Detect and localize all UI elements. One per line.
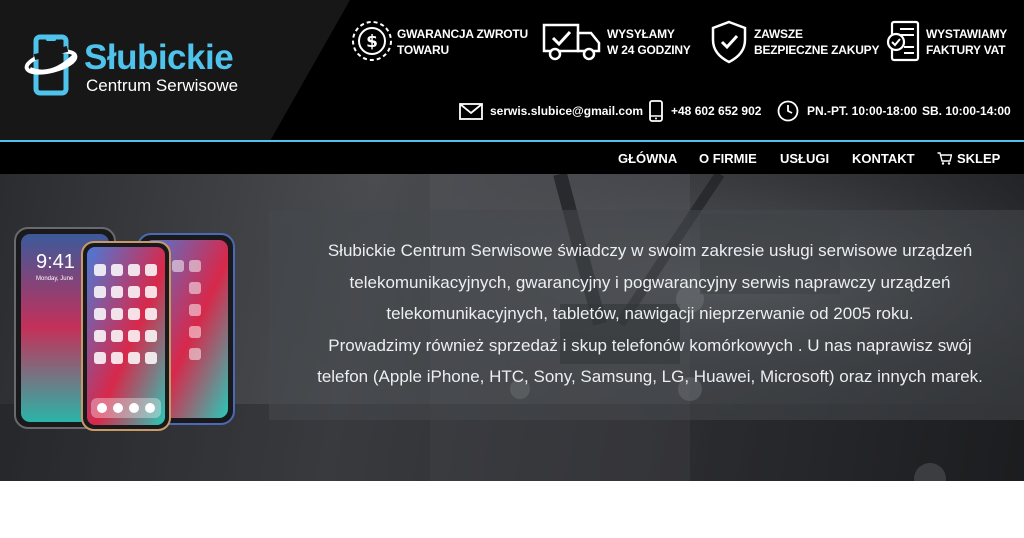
dollar-circle-icon: $ xyxy=(352,21,392,61)
feature-secure: ZAWSZE BEZPIECZNE ZAKUPY xyxy=(710,20,880,64)
hero-line: Prowadzimy również sprzedaż i skup telef… xyxy=(328,335,972,355)
clock-icon xyxy=(777,100,799,122)
feature-money-back-line2: TOWARU xyxy=(397,43,449,57)
hours-saturday: SB. 10:00-14:00 xyxy=(922,104,1011,118)
feature-shipping: WYSYŁAMY W 24 GODZINY xyxy=(541,20,701,64)
mobile-phone-icon xyxy=(649,100,663,122)
hero-line: telekomunikacyjnych, gwarancyjny i pogwa… xyxy=(349,272,951,292)
nav-item-shop-label: SKLEP xyxy=(957,151,1001,166)
logo[interactable]: Słubickie Centrum Serwisowe xyxy=(24,34,264,100)
shield-check-icon xyxy=(711,20,747,64)
brand-title: Słubickie xyxy=(84,38,234,77)
invoice-icon xyxy=(886,20,920,62)
nav-item-services[interactable]: USŁUGI xyxy=(780,142,829,174)
feature-shipping-line2: W 24 GODZINY xyxy=(607,43,691,57)
hours-weekday: PN.-PT. 10:00-18:00 xyxy=(807,104,918,118)
phone-date: Monday, June xyxy=(36,276,74,282)
hero-line: telekomunikacyjnych, tabletów, nawigacji… xyxy=(386,304,914,323)
cart-icon xyxy=(937,152,952,165)
phone-logo-icon xyxy=(24,34,78,96)
nav-item-about[interactable]: O FIRMIE xyxy=(699,142,757,174)
hero-description: Słubickie Centrum Serwisowe świadczy w s… xyxy=(295,235,1005,393)
nav-item-contact[interactable]: KONTAKT xyxy=(852,142,915,174)
feature-invoice-line1: WYSTAWIAMY xyxy=(926,27,1008,41)
feature-invoice-line2: FAKTURY VAT xyxy=(926,43,1006,57)
phone-time: 9:41 xyxy=(36,251,75,273)
nav-item-home[interactable]: GŁÓWNA xyxy=(618,142,677,174)
envelope-icon xyxy=(459,103,483,120)
svg-text:$: $ xyxy=(366,32,378,52)
feature-secure-line1: ZAWSZE xyxy=(754,27,803,41)
iphone-product-image: 9:41 Monday, June xyxy=(14,227,235,431)
content-area xyxy=(0,481,1024,538)
hero-line: Słubickie Centrum Serwisowe świadczy w s… xyxy=(327,241,973,260)
brand-subtitle: Centrum Serwisowe xyxy=(86,76,239,95)
contact-email-text: serwis.slubice@gmail.com xyxy=(490,104,644,118)
feature-shipping-line1: WYSYŁAMY xyxy=(607,27,675,41)
hero-line: telefon (Apple iPhone, HTC, Sony, Samsun… xyxy=(317,367,983,386)
feature-invoice: WYSTAWIAMY FAKTURY VAT xyxy=(886,20,1016,64)
hero-banner: 9:41 Monday, June Słubickie Centrum Serw… xyxy=(0,174,1024,481)
feature-secure-line2: BEZPIECZNE ZAKUPY xyxy=(754,43,880,57)
contact-phone-text: +48 602 652 902 xyxy=(671,104,762,118)
main-nav: GŁÓWNA O FIRMIE USŁUGI KONTAKT SKLEP xyxy=(0,142,1024,174)
site-header: Słubickie Centrum Serwisowe $ GWARANCJA … xyxy=(0,0,1024,141)
feature-money-back: $ GWARANCJA ZWROTU TOWARU xyxy=(350,20,535,64)
feature-money-back-line1: GWARANCJA ZWROTU xyxy=(397,27,529,41)
delivery-truck-icon xyxy=(542,23,601,61)
